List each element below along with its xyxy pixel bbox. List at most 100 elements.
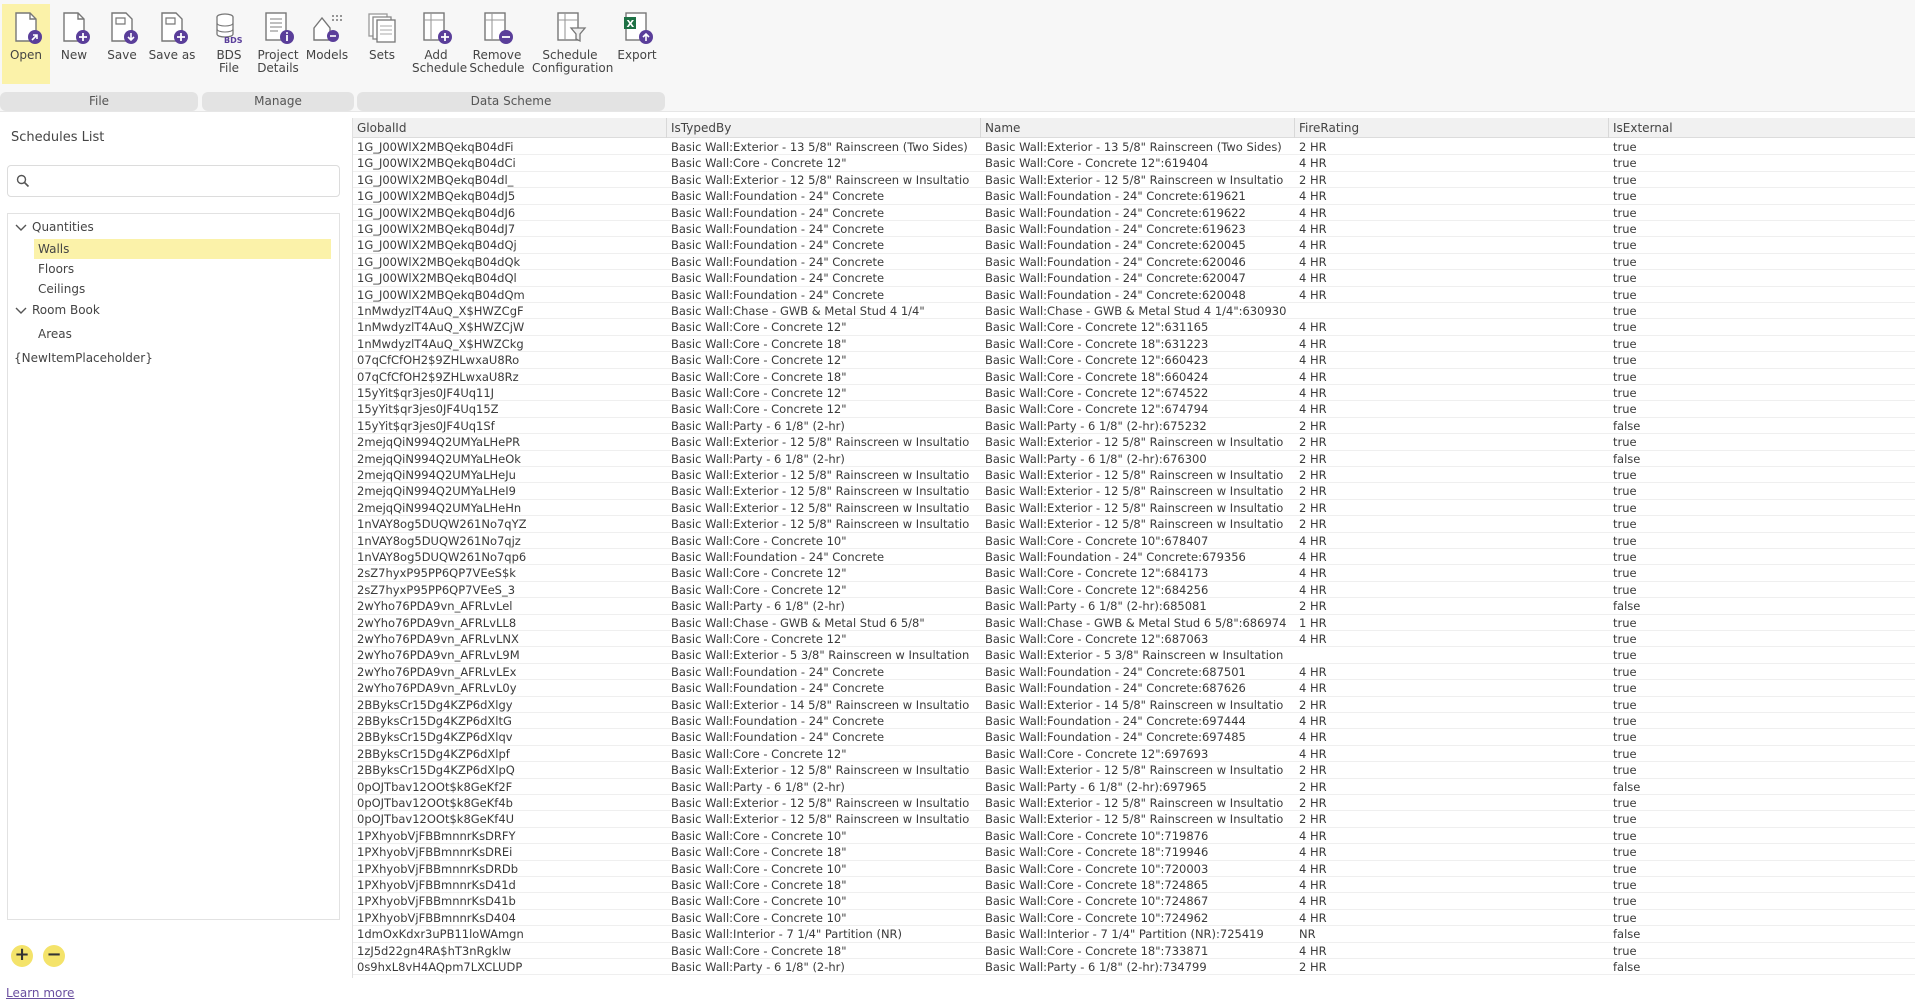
globalid-cell[interactable]: 2wYho76PDA9vn_AFRLvLNX <box>353 631 667 647</box>
table-row[interactable]: 1G_J00WlX2MBQekqB04dl_ Basic Wall:Exterio… <box>353 172 1915 189</box>
table-row[interactable]: 2BByksCr15Dg4KZP6dXlpQ Basic Wall:Exterio… <box>353 762 1915 779</box>
table-row[interactable]: 2wYho76PDA9vn_AFRLvLEx Basic Wall:Foundat… <box>353 664 1915 681</box>
table-row[interactable]: 07qCfCfOH2$9ZHLwxaU8Rz Basic Wall:Core - … <box>353 369 1915 385</box>
name-cell[interactable]: Basic Wall:Core - Concrete 12":674794 <box>981 401 1295 417</box>
firerating-cell[interactable]: 2 HR <box>1295 697 1609 713</box>
name-cell[interactable]: Basic Wall:Foundation - 24" Concrete:619… <box>981 221 1295 237</box>
column-header-istypedby[interactable]: IsTypedBy <box>667 118 981 138</box>
isexternal-cell[interactable]: true <box>1609 352 1915 368</box>
globalid-cell[interactable]: 2BByksCr15Dg4KZP6dXlpQ <box>353 762 667 778</box>
save-button[interactable]: Save <box>100 4 144 84</box>
firerating-cell[interactable]: 4 HR <box>1295 746 1609 762</box>
name-cell[interactable]: Basic Wall:Party - 6 1/8" (2-hr):697965 <box>981 779 1295 795</box>
firerating-cell[interactable]: 4 HR <box>1295 221 1609 237</box>
name-cell[interactable]: Basic Wall:Core - Concrete 12":674522 <box>981 385 1295 401</box>
name-cell[interactable]: Basic Wall:Exterior - 12 5/8" Rainscreen… <box>981 500 1295 516</box>
isexternal-cell[interactable]: false <box>1609 779 1915 795</box>
name-cell[interactable]: Basic Wall:Exterior - 12 5/8" Rainscreen… <box>981 795 1295 811</box>
firerating-cell[interactable]: 4 HR <box>1295 861 1609 877</box>
istypedby-cell[interactable]: Basic Wall:Core - Concrete 12" <box>667 401 981 417</box>
globalid-cell[interactable]: 1nMwdyzlT4AuQ_X$HWZCkg <box>353 336 667 352</box>
istypedby-cell[interactable]: Basic Wall:Core - Concrete 12" <box>667 582 981 598</box>
isexternal-cell[interactable]: true <box>1609 319 1915 335</box>
isexternal-cell[interactable]: true <box>1609 795 1915 811</box>
globalid-cell[interactable]: 15yYit$qr3jes0JF4Uq11J <box>353 385 667 401</box>
isexternal-cell[interactable]: true <box>1609 910 1915 926</box>
schedule-configuration-button[interactable]: Schedule Configuration <box>532 4 613 84</box>
table-row[interactable]: 2mejqQiN994Q2UMYaLHeOk Basic Wall:Party -… <box>353 451 1915 467</box>
firerating-cell[interactable]: 4 HR <box>1295 287 1609 303</box>
globalid-cell[interactable]: 2sZ7hyxP95PP6QP7VEeS$k <box>353 565 667 581</box>
istypedby-cell[interactable]: Basic Wall:Exterior - 12 5/8" Rainscreen… <box>667 483 981 499</box>
save-as-button[interactable]: Save as <box>146 4 198 84</box>
isexternal-cell[interactable]: true <box>1609 237 1915 253</box>
istypedby-cell[interactable]: Basic Wall:Core - Concrete 10" <box>667 828 981 844</box>
isexternal-cell[interactable]: true <box>1609 270 1915 286</box>
istypedby-cell[interactable]: Basic Wall:Foundation - 24" Concrete <box>667 713 981 729</box>
firerating-cell[interactable]: 2 HR <box>1295 434 1609 450</box>
istypedby-cell[interactable]: Basic Wall:Party - 6 1/8" (2-hr) <box>667 418 981 434</box>
firerating-cell[interactable]: 4 HR <box>1295 893 1609 909</box>
istypedby-cell[interactable]: Basic Wall:Foundation - 24" Concrete <box>667 188 981 204</box>
table-row[interactable]: 1G_J00WlX2MBQekqB04dJ5 Basic Wall:Foundat… <box>353 188 1915 205</box>
isexternal-cell[interactable]: true <box>1609 762 1915 778</box>
table-row[interactable]: 2mejqQiN994Q2UMYaLHePR Basic Wall:Exterio… <box>353 434 1915 451</box>
name-cell[interactable]: Basic Wall:Foundation - 24" Concrete:697… <box>981 713 1295 729</box>
export-button[interactable]: X Export <box>614 4 660 84</box>
firerating-cell[interactable]: 2 HR <box>1295 779 1609 795</box>
name-cell[interactable]: Basic Wall:Foundation - 24" Concrete:679… <box>981 549 1295 565</box>
firerating-cell[interactable]: 2 HR <box>1295 959 1609 975</box>
tree-item-walls[interactable]: Walls <box>34 239 331 259</box>
firerating-cell[interactable]: 2 HR <box>1295 762 1609 778</box>
istypedby-cell[interactable]: Basic Wall:Exterior - 13 5/8" Rainscreen… <box>667 139 981 155</box>
globalid-cell[interactable]: 1zJ5d22gn4RA$hT3nRgklw <box>353 943 667 959</box>
isexternal-cell[interactable]: true <box>1609 287 1915 303</box>
table-row[interactable]: 2wYho76PDA9vn_AFRLvL0y Basic Wall:Foundat… <box>353 680 1915 697</box>
isexternal-cell[interactable]: false <box>1609 959 1915 975</box>
name-cell[interactable]: Basic Wall:Core - Concrete 10":724962 <box>981 910 1295 926</box>
name-cell[interactable]: Basic Wall:Core - Concrete 10":719876 <box>981 828 1295 844</box>
isexternal-cell[interactable]: true <box>1609 680 1915 696</box>
firerating-cell[interactable]: 4 HR <box>1295 549 1609 565</box>
table-row[interactable]: 2BByksCr15Dg4KZP6dXlgy Basic Wall:Exterio… <box>353 697 1915 713</box>
globalid-cell[interactable]: 2wYho76PDA9vn_AFRLvLel <box>353 598 667 614</box>
istypedby-cell[interactable]: Basic Wall:Exterior - 12 5/8" Rainscreen… <box>667 762 981 778</box>
name-cell[interactable]: Basic Wall:Exterior - 12 5/8" Rainscreen… <box>981 434 1295 450</box>
isexternal-cell[interactable]: true <box>1609 811 1915 827</box>
istypedby-cell[interactable]: Basic Wall:Core - Concrete 10" <box>667 533 981 549</box>
name-cell[interactable]: Basic Wall:Exterior - 12 5/8" Rainscreen… <box>981 762 1295 778</box>
firerating-cell[interactable]: 4 HR <box>1295 188 1609 204</box>
istypedby-cell[interactable]: Basic Wall:Party - 6 1/8" (2-hr) <box>667 598 981 614</box>
isexternal-cell[interactable]: true <box>1609 861 1915 877</box>
globalid-cell[interactable]: 2mejqQiN994Q2UMYaLHeOk <box>353 451 667 467</box>
isexternal-cell[interactable]: true <box>1609 713 1915 729</box>
models-button[interactable]: Models <box>304 4 350 84</box>
column-header-name[interactable]: Name <box>981 118 1295 138</box>
globalid-cell[interactable]: 1G_J00WlX2MBQekqB04dQk <box>353 254 667 270</box>
table-row[interactable]: 1zJ5d22gn4RA$hT3nRgklw Basic Wall:Core - … <box>353 943 1915 959</box>
isexternal-cell[interactable]: true <box>1609 369 1915 385</box>
tree-node-quantities[interactable]: Quantities <box>14 217 94 237</box>
name-cell[interactable]: Basic Wall:Foundation - 24" Concrete:620… <box>981 270 1295 286</box>
name-cell[interactable]: Basic Wall:Core - Concrete 12":684256 <box>981 582 1295 598</box>
tree-item-areas[interactable]: Areas <box>38 324 72 344</box>
firerating-cell[interactable]: 2 HR <box>1295 172 1609 188</box>
istypedby-cell[interactable]: Basic Wall:Core - Concrete 12" <box>667 746 981 762</box>
name-cell[interactable]: Basic Wall:Exterior - 12 5/8" Rainscreen… <box>981 467 1295 483</box>
globalid-cell[interactable]: 2mejqQiN994Q2UMYaLHeJu <box>353 467 667 483</box>
search-input[interactable] <box>38 171 328 191</box>
isexternal-cell[interactable]: false <box>1609 598 1915 614</box>
table-row[interactable]: 2sZ7hyxP95PP6QP7VEeS_3 Basic Wall:Core - … <box>353 582 1915 599</box>
name-cell[interactable]: Basic Wall:Core - Concrete 18":719946 <box>981 844 1295 860</box>
name-cell[interactable]: Basic Wall:Party - 6 1/8" (2-hr):734799 <box>981 959 1295 975</box>
globalid-cell[interactable]: 1nVAY8og5DUQW261No7qjz <box>353 533 667 549</box>
globalid-cell[interactable]: 1G_J00WlX2MBQekqB04dl_ <box>353 172 667 188</box>
globalid-cell[interactable]: 2wYho76PDA9vn_AFRLvL9M <box>353 647 667 663</box>
globalid-cell[interactable]: 1PXhyobVjFBBmnnrKsDREi <box>353 844 667 860</box>
firerating-cell[interactable]: 2 HR <box>1295 500 1609 516</box>
name-cell[interactable]: Basic Wall:Exterior - 12 5/8" Rainscreen… <box>981 172 1295 188</box>
tree-item-ceilings[interactable]: Ceilings <box>38 279 85 299</box>
firerating-cell[interactable]: 4 HR <box>1295 877 1609 893</box>
istypedby-cell[interactable]: Basic Wall:Party - 6 1/8" (2-hr) <box>667 779 981 795</box>
istypedby-cell[interactable]: Basic Wall:Foundation - 24" Concrete <box>667 221 981 237</box>
